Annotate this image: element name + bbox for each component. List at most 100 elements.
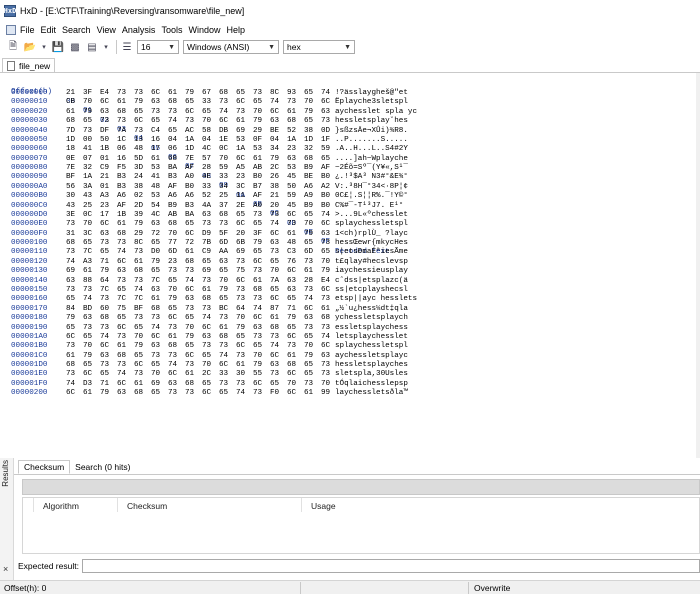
hex-byte[interactable]: 73 <box>134 89 143 98</box>
hex-byte[interactable]: 53 <box>151 192 160 201</box>
hex-row[interactable]: 00000040 7D 73 DF 7A 73 C4 65 AC 58 DB 69 29 BE 52 38 0D… <box>0 127 700 136</box>
hex-byte[interactable]: 70 <box>185 324 194 333</box>
hex-byte[interactable]: 65 <box>270 380 279 389</box>
hex-byte[interactable]: 73 <box>168 108 177 117</box>
hex-byte[interactable]: 73 <box>185 305 194 314</box>
hex-byte[interactable]: 68 <box>219 333 228 342</box>
hex-row[interactable]: 000000D0 3E 0C 17 1B 39 4C AB BA 63 68 65 73 73 6C 65 74… <box>0 211 700 220</box>
hex-byte[interactable]: 73 <box>117 117 126 126</box>
decoded-text[interactable]: C%#¯-T¹³J7. E¹° <box>335 202 403 211</box>
hex-byte[interactable]: 65 <box>219 389 228 398</box>
hex-byte[interactable]: 70 <box>304 98 313 107</box>
decoded-text[interactable]: ~2Éõ=Sº¯(Y¥«,S¹¯ <box>335 164 408 173</box>
hex-byte[interactable]: 73 <box>202 220 211 229</box>
hex-byte[interactable]: A2 <box>321 183 330 192</box>
hex-byte[interactable]: 74 <box>202 314 211 323</box>
hex-byte[interactable]: 7A <box>117 127 126 136</box>
hex-byte[interactable]: A6 <box>185 192 194 201</box>
hex-byte[interactable]: 73 <box>185 117 194 126</box>
hex-byte[interactable]: 70 <box>83 342 92 351</box>
decoded-text[interactable]: ¿.!³$A³ N3#°&E¾° <box>335 173 408 182</box>
hex-byte[interactable]: 8C <box>134 239 143 248</box>
hex-byte[interactable]: 65 <box>151 117 160 126</box>
hex-byte[interactable]: 74 <box>66 380 75 389</box>
hex-byte[interactable]: 6C <box>287 333 296 342</box>
hex-byte[interactable]: 6B <box>236 239 245 248</box>
hex-byte[interactable]: 29 <box>134 230 143 239</box>
hex-byte[interactable]: 79 <box>253 239 262 248</box>
hex-byte[interactable]: 70 <box>168 286 177 295</box>
hex-byte[interactable]: 68 <box>185 380 194 389</box>
hex-byte[interactable]: 68 <box>270 324 279 333</box>
hex-byte[interactable]: 79 <box>304 352 313 361</box>
hex-row[interactable]: 00000170 84 BD 60 75 BF 68 65 73 73 BC 64 74 87 71 6C 61… <box>0 305 700 314</box>
hex-byte[interactable]: 73 <box>287 98 296 107</box>
hex-byte[interactable]: 73 <box>321 295 330 304</box>
hex-row[interactable]: 00000160 65 74 73 7C 7C 61 79 63 68 65 73 73 6C 65 74 73… <box>0 295 700 304</box>
hex-byte[interactable]: 7D <box>66 127 75 136</box>
hex-byte[interactable]: 68 <box>219 211 228 220</box>
hex-byte[interactable]: 61 <box>253 155 262 164</box>
hex-byte[interactable]: 74 <box>134 286 143 295</box>
hex-byte[interactable]: 7C <box>83 248 92 257</box>
hex-byte[interactable]: 61 <box>202 286 211 295</box>
hex-byte[interactable]: 5F <box>219 230 228 239</box>
hex-byte[interactable]: 67 <box>202 89 211 98</box>
hex-byte[interactable]: C3 <box>287 248 296 257</box>
hex-byte[interactable]: 6C <box>202 389 211 398</box>
hex-byte[interactable]: 74 <box>168 117 177 126</box>
hex-byte[interactable]: 73 <box>219 380 228 389</box>
hex-byte[interactable]: 73 <box>134 248 143 257</box>
hex-byte[interactable]: AF <box>117 202 126 211</box>
hex-byte[interactable]: 61 <box>66 108 75 117</box>
hex-byte[interactable]: 61 <box>151 155 160 164</box>
hex-byte[interactable]: 73 <box>185 267 194 276</box>
hex-byte[interactable]: BE <box>304 173 313 182</box>
hex-byte[interactable]: 63 <box>202 333 211 342</box>
hex-byte[interactable]: 6C <box>287 370 296 379</box>
hex-row[interactable]: 00000140 63 88 64 73 73 7C 65 74 73 70 6C 61 7A 63 28 E4… <box>0 277 700 286</box>
hex-byte[interactable]: 59 <box>321 145 330 154</box>
hex-byte[interactable]: 3D <box>134 164 143 173</box>
hex-byte[interactable]: 65 <box>219 295 228 304</box>
hex-byte[interactable]: 58 <box>202 127 211 136</box>
hex-byte[interactable]: 73 <box>202 342 211 351</box>
hex-byte[interactable]: 79 <box>134 98 143 107</box>
hex-byte[interactable]: 28 <box>202 164 211 173</box>
hex-byte[interactable]: 07 <box>83 155 92 164</box>
hex-byte[interactable]: 75 <box>236 267 245 276</box>
hex-byte[interactable]: 68 <box>321 314 330 323</box>
hex-byte[interactable]: 6C <box>236 220 245 229</box>
hex-byte[interactable]: 73 <box>304 380 313 389</box>
hex-byte[interactable]: 73 <box>168 267 177 276</box>
hex-byte[interactable]: 1A <box>236 145 245 154</box>
hex-byte[interactable]: 73 <box>100 239 109 248</box>
save-icon[interactable]: 💾 <box>51 40 65 54</box>
hex-byte[interactable]: 63 <box>287 277 296 286</box>
hex-byte[interactable]: 65 <box>304 333 313 342</box>
hex-row[interactable]: 000001D0 68 65 73 73 6C 65 74 73 70 6C 61 79 63 68 65 73… <box>0 361 700 370</box>
hex-byte[interactable]: 61 <box>185 370 194 379</box>
hex-byte[interactable]: 74 <box>100 333 109 342</box>
hex-byte[interactable]: 76 <box>287 258 296 267</box>
hex-byte[interactable]: 6C <box>66 389 75 398</box>
hex-byte[interactable]: 0C <box>83 211 92 220</box>
hex-byte[interactable]: 61 <box>117 220 126 229</box>
hex-row[interactable]: 000001E0 73 6C 65 74 73 70 6C 61 2C 33 30 55 73 6C 65 73… <box>0 370 700 379</box>
hex-byte[interactable]: 70 <box>270 267 279 276</box>
hex-byte[interactable]: 21 <box>66 89 75 98</box>
hex-editor-pane[interactable]: Offset(h) 00 01 02 03 04 05 06 07 08 09 … <box>0 73 700 458</box>
hex-byte[interactable]: 57 <box>202 155 211 164</box>
hex-byte[interactable]: 68 <box>168 342 177 351</box>
decoded-text[interactable]: splaychessletspl <box>335 342 408 351</box>
hex-byte[interactable]: 53 <box>287 164 296 173</box>
hex-byte[interactable]: 61 <box>236 361 245 370</box>
hex-byte[interactable]: 69 <box>66 267 75 276</box>
hex-byte[interactable]: 63 <box>100 108 109 117</box>
menu-window[interactable]: Window <box>188 25 220 35</box>
decoded-text[interactable]: etsp||ayc hesslets <box>335 295 417 304</box>
hex-byte[interactable]: 24 <box>134 173 143 182</box>
hex-byte[interactable]: 68 <box>100 314 109 323</box>
hex-byte[interactable]: 79 <box>83 352 92 361</box>
tab-checksum[interactable]: Checksum <box>18 460 71 474</box>
